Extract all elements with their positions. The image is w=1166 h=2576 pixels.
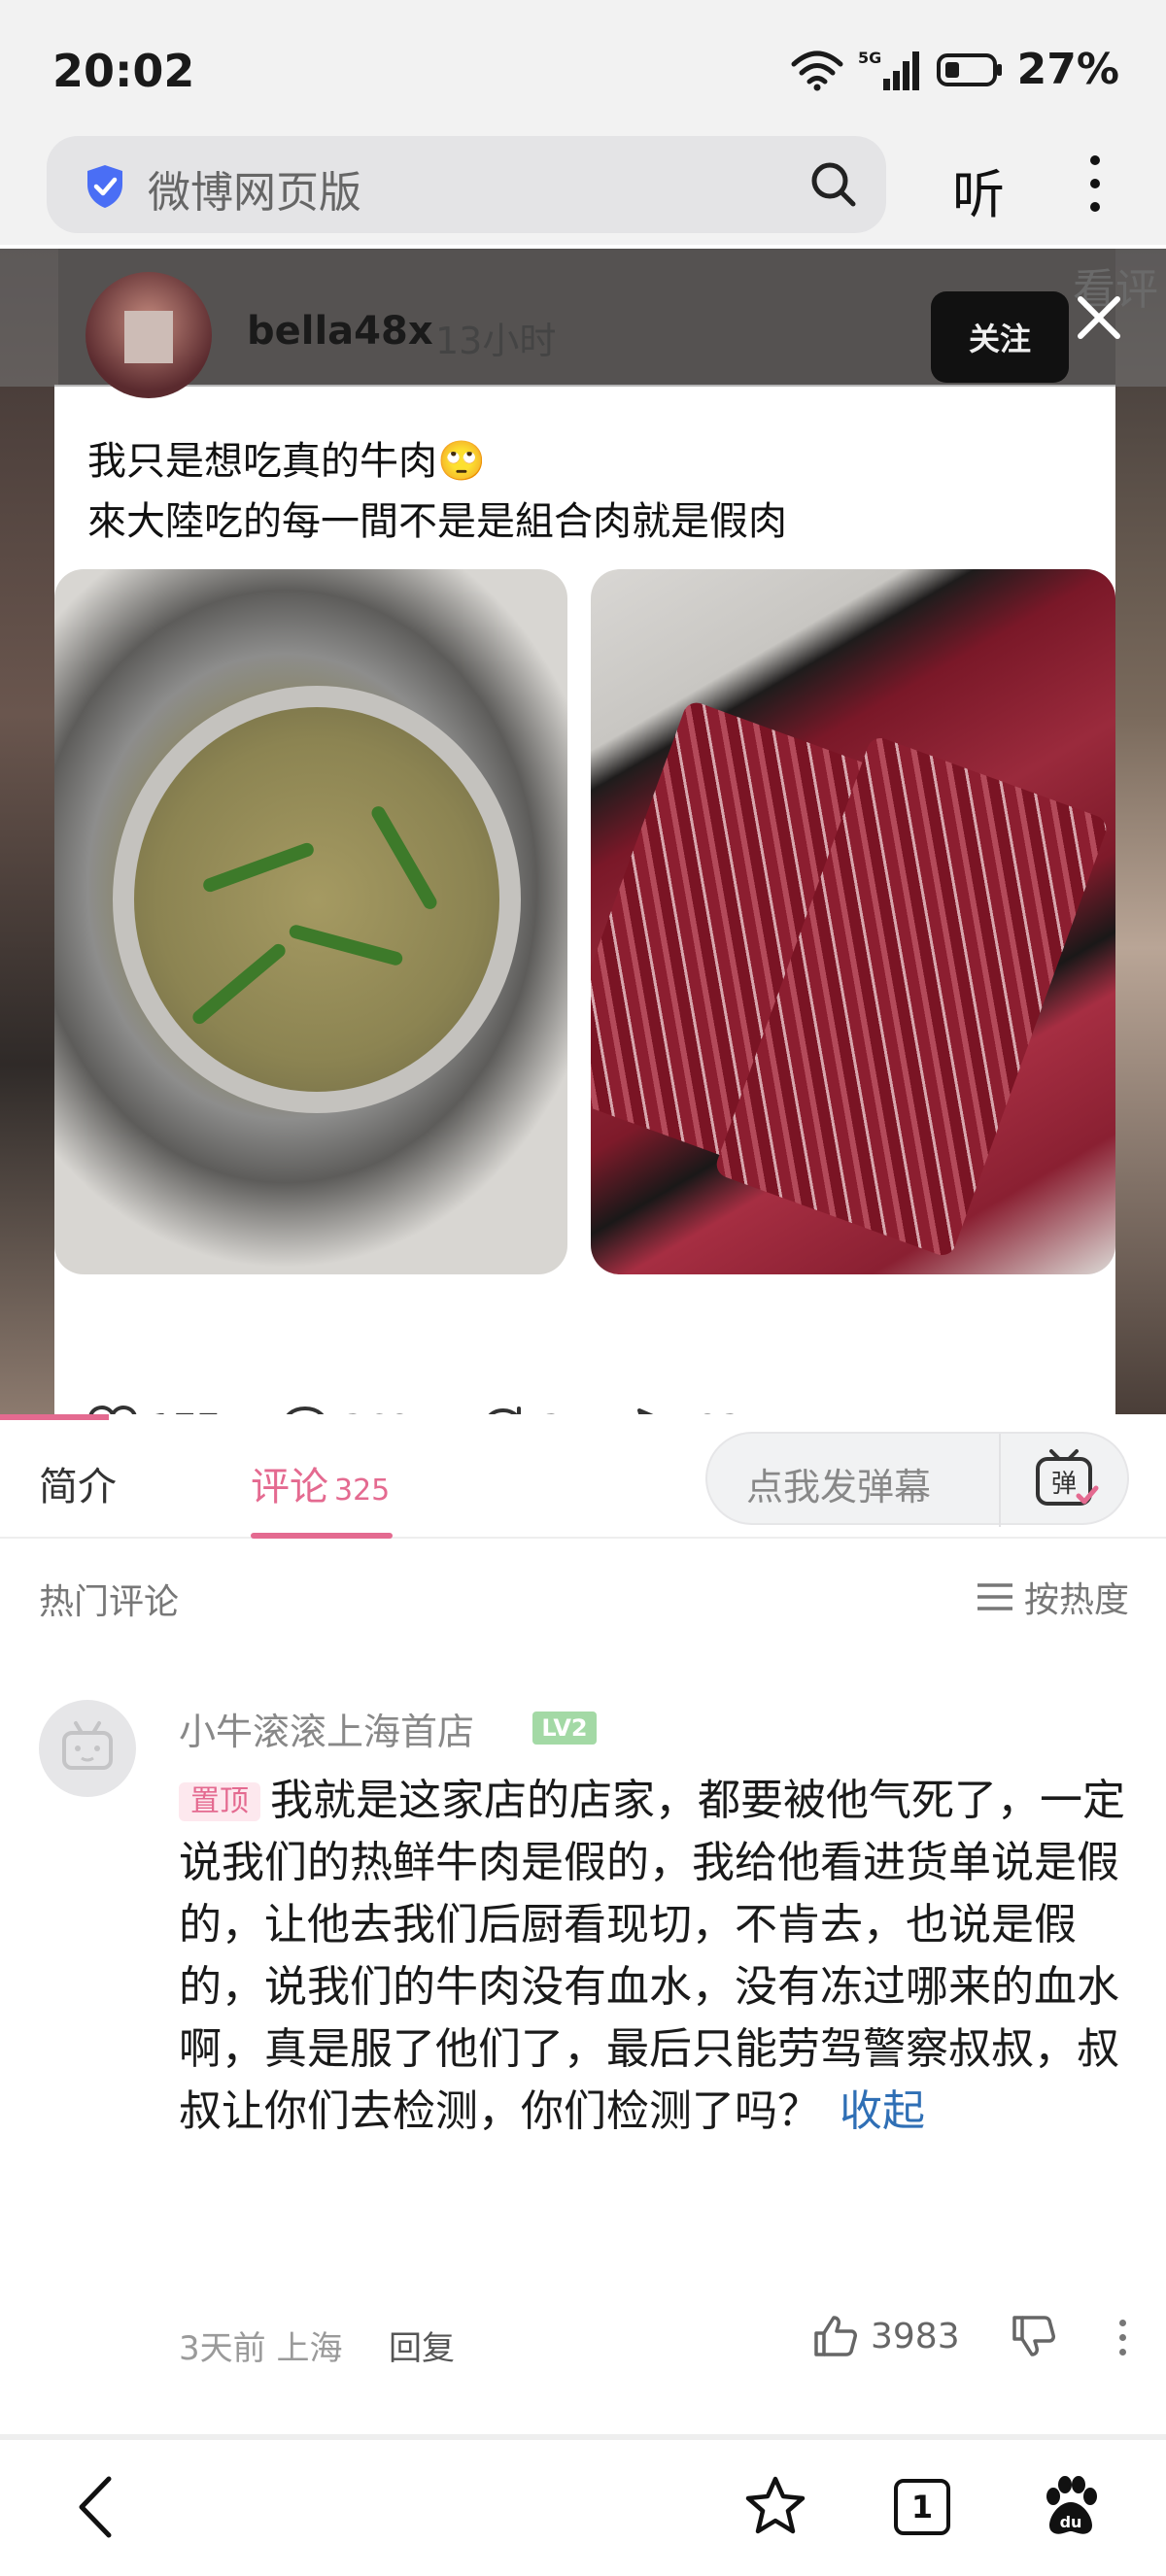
status-bar: 20:02 5G 27% — [0, 0, 1166, 136]
repost-count: 3 — [540, 1407, 564, 1414]
content-tabs: 简介 评论 325 点我发弹幕 弹 — [0, 1414, 1166, 1539]
post-time: 13小时 — [435, 320, 557, 362]
post-text: 我只是想吃真的牛肉🙄 來大陸吃的每一間不是是組合肉就是假肉 — [87, 431, 787, 552]
post-image-hotpot[interactable] — [54, 569, 567, 1274]
divider — [999, 1434, 1001, 1527]
status-time: 20:02 — [52, 45, 195, 97]
network-label: 5G — [858, 49, 881, 67]
share-icon — [637, 1408, 654, 1414]
shield-icon — [87, 165, 122, 208]
address-text: 微博网页版 — [148, 168, 361, 218]
tabs-counter-button[interactable]: 1 — [894, 2479, 950, 2535]
comment-text: 我就是这家店的店家，都要被他气死了，一定说我们的热鲜牛肉是假的，我给他看进货单说… — [179, 1776, 1125, 2136]
repost-icon — [488, 1407, 521, 1414]
comment-meta: 3天前 上海 — [179, 2329, 343, 2368]
address-bar[interactable]: 微博网页版 — [47, 136, 886, 233]
hot-comments-title: 热门评论 — [39, 1582, 180, 1622]
reply-button[interactable]: 回复 — [389, 2322, 455, 2369]
share-count: 83 — [696, 1407, 742, 1414]
tab-comments-count: 325 — [334, 1474, 391, 1508]
bookmark-star-icon[interactable] — [744, 2475, 806, 2537]
post-actions: 177 362 3 83 — [54, 1307, 1115, 1414]
baidu-paw-icon[interactable]: du — [1040, 2473, 1102, 2539]
comment-item: 小牛滚滚上海首店 LV2 置顶 我就是这家店的店家，都要被他气死了，一定说我们的热… — [0, 1690, 1166, 2419]
commenter-username[interactable]: 小牛滚滚上海首店 — [179, 1702, 474, 1755]
more-menu-icon[interactable] — [1080, 150, 1110, 218]
video-progress-bar[interactable] — [0, 1414, 109, 1420]
tab-comments-label: 评论 — [251, 1465, 328, 1509]
like-action[interactable]: 177 — [87, 1405, 221, 1414]
thumbs-down-icon[interactable] — [1011, 2314, 1057, 2358]
close-icon[interactable] — [1069, 288, 1129, 348]
danmaku-input[interactable]: 点我发弹幕 弹 — [705, 1432, 1129, 1527]
back-arrow-icon[interactable] — [74, 2475, 117, 2539]
comment-more-icon[interactable] — [1115, 2320, 1129, 2363]
repost-action[interactable]: 3 — [478, 1405, 564, 1414]
poster-username: bella48x — [247, 309, 433, 354]
battery-icon — [936, 52, 1002, 86]
video-background-left — [0, 249, 58, 1414]
heart-icon — [88, 1406, 137, 1414]
sort-lines-icon — [977, 1583, 1012, 1610]
browser-bottom-nav: 1 du — [0, 2440, 1166, 2576]
danmaku-placeholder: 点我发弹幕 — [746, 1466, 932, 1508]
tab-comments[interactable]: 评论 325 — [251, 1455, 390, 1511]
comment-bubble-icon — [286, 1407, 325, 1414]
follow-button[interactable]: 关注 — [931, 291, 1069, 383]
search-icon[interactable] — [808, 159, 859, 210]
poster-avatar — [86, 272, 212, 398]
default-avatar-icon — [62, 1721, 113, 1770]
tab-intro[interactable]: 简介 — [39, 1455, 117, 1511]
signal-icon: 5G — [858, 49, 919, 90]
level-badge: LV2 — [532, 1712, 597, 1745]
sort-button[interactable]: 按热度 — [976, 1572, 1129, 1622]
sort-label: 按热度 — [1023, 1580, 1129, 1620]
battery-percent: 27% — [1016, 45, 1119, 94]
listen-button[interactable]: 听 — [952, 152, 1005, 228]
post-image-beef[interactable] — [591, 569, 1115, 1274]
share-action[interactable]: 83 — [634, 1405, 742, 1414]
comment-body: 置顶 我就是这家店的店家，都要被他气死了，一定说我们的热鲜牛肉是假的，我给他看进货… — [179, 1770, 1141, 2143]
wifi-icon — [791, 51, 843, 90]
like-count: 177 — [150, 1407, 221, 1414]
pinned-badge: 置顶 — [179, 1782, 260, 1821]
danmaku-toggle-icon[interactable]: 弹 — [1032, 1447, 1100, 1511]
hotpot-pot — [113, 686, 521, 1113]
comment-action[interactable]: 362 — [280, 1405, 413, 1414]
collapse-link[interactable]: 收起 — [840, 2086, 925, 2136]
comment-like-button[interactable]: 3983 — [812, 2314, 960, 2358]
status-icons: 5G 27% — [790, 45, 1119, 94]
commenter-avatar[interactable] — [39, 1700, 136, 1797]
thumbs-up-icon — [814, 2316, 857, 2356]
browser-toolbar: 微博网页版 听 — [0, 126, 1166, 245]
avatar-mosaic — [124, 311, 173, 363]
post-text-line: 我只是想吃真的牛肉🙄 — [87, 439, 486, 484]
post-text-line: 來大陸吃的每一間不是是組合肉就是假肉 — [87, 499, 787, 544]
danmaku-icon-label: 弹 — [1051, 1470, 1077, 1499]
video-background-right — [1115, 249, 1166, 1414]
video-player[interactable]: bella48x 13小时 关注 看评 我只是想吃真的牛肉🙄 來大陸吃的每一間不… — [0, 249, 1166, 1414]
comments-header: 热门评论 按热度 — [0, 1541, 1166, 1649]
comment-count: 362 — [342, 1407, 413, 1414]
svg-text:du: du — [1060, 2513, 1082, 2531]
active-tab-indicator — [251, 1533, 393, 1539]
comment-like-count: 3983 — [871, 2316, 960, 2356]
